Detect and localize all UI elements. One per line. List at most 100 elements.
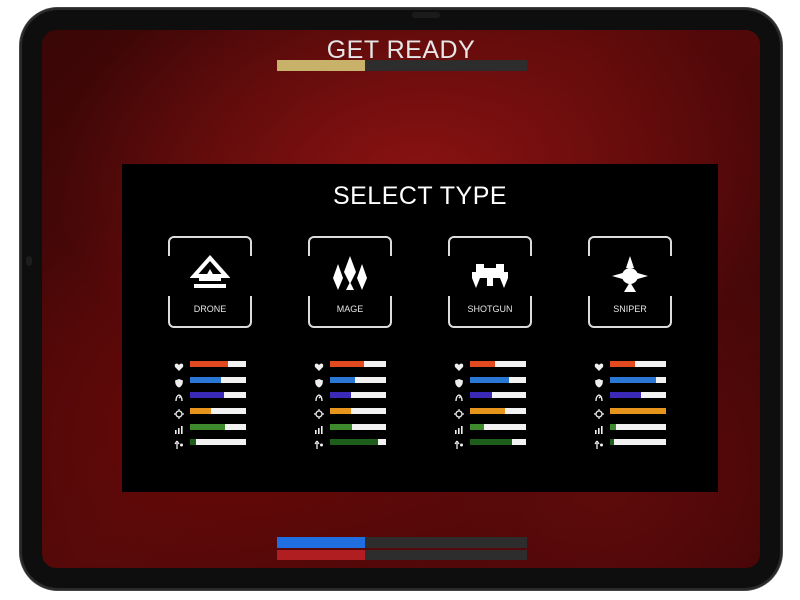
stat-row: [594, 436, 674, 452]
stat-row: [594, 358, 674, 374]
stat-bar: [610, 408, 666, 415]
camera-notch: [412, 12, 440, 18]
stat-row: [314, 405, 394, 421]
speed-icon: [314, 390, 324, 402]
tablet-frame: GET READY SELECT TYPE DRONE MAGE SHOTGUN SN…: [20, 8, 782, 590]
stat-bar: [470, 423, 526, 430]
type-card-shotgun[interactable]: SHOTGUN: [444, 236, 536, 328]
blue-team-fill: [277, 537, 365, 548]
stat-bar: [610, 392, 666, 399]
stat-bar: [470, 361, 526, 367]
type-stats-drone: [174, 358, 254, 452]
regen-icon: [594, 437, 604, 450]
select-type-panel: SELECT TYPE DRONE MAGE SHOTGUN SNIPER: [122, 164, 718, 492]
stat-row: [594, 421, 674, 437]
stat-bar-fill: [330, 423, 353, 430]
stat-bar-fill: [610, 376, 656, 383]
card-notch: [164, 256, 170, 296]
type-card-drone[interactable]: DRONE: [164, 236, 256, 328]
stat-bar: [190, 392, 246, 399]
damage-icon: [454, 406, 464, 420]
stat-row: [454, 436, 534, 452]
shield-icon: [314, 375, 324, 388]
stat-row: [314, 358, 394, 374]
type-label: DRONE: [193, 304, 227, 314]
type-stats-mage: [314, 358, 394, 452]
stat-bar: [470, 376, 526, 383]
game-screen: GET READY SELECT TYPE DRONE MAGE SHOTGUN SN…: [42, 30, 760, 568]
stat-row: [454, 389, 534, 405]
stat-bar: [190, 423, 246, 430]
stat-bar-fill: [470, 439, 512, 446]
stat-bar-fill: [610, 392, 641, 399]
stat-bar: [470, 439, 526, 446]
stat-row: [174, 358, 254, 374]
stat-row: [174, 421, 254, 437]
stat-row: [314, 374, 394, 390]
range-icon: [454, 422, 464, 434]
health-icon: [594, 359, 604, 371]
stat-row: [594, 389, 674, 405]
stat-row: [174, 374, 254, 390]
type-label: MAGE: [336, 304, 364, 314]
damage-icon: [314, 406, 324, 420]
stat-row: [314, 389, 394, 405]
stat-bar: [330, 361, 386, 367]
stat-row: [314, 436, 394, 452]
stat-bar-fill: [610, 361, 636, 367]
stat-bar: [610, 423, 666, 430]
stat-bar: [190, 408, 246, 415]
stat-row: [454, 405, 534, 421]
type-label: SHOTGUN: [467, 304, 513, 314]
type-label: SNIPER: [613, 304, 647, 314]
stat-bar: [190, 439, 246, 446]
type-stats-sniper: [594, 358, 674, 452]
damage-icon: [174, 406, 184, 420]
stat-row: [174, 389, 254, 405]
stat-bar: [610, 439, 666, 446]
stat-bar-fill: [330, 361, 364, 367]
damage-icon: [594, 406, 604, 420]
stat-row: [314, 421, 394, 437]
range-icon: [314, 422, 324, 434]
stat-bar-fill: [190, 408, 212, 415]
stat-bar: [470, 408, 526, 415]
stat-row: [454, 358, 534, 374]
stat-row: [174, 436, 254, 452]
health-icon: [314, 359, 324, 371]
type-card-mage[interactable]: MAGE: [304, 236, 396, 328]
stat-bar: [190, 376, 246, 383]
stat-bar: [330, 408, 386, 415]
blue-team-bar: [277, 537, 527, 548]
stat-row: [594, 405, 674, 421]
stat-bar-fill: [330, 376, 356, 383]
stat-bar: [190, 361, 246, 367]
health-icon: [174, 359, 184, 371]
stat-row: [454, 421, 534, 437]
shield-icon: [454, 375, 464, 388]
stat-row: [174, 405, 254, 421]
stat-bar-fill: [610, 439, 615, 446]
type-stats-shotgun: [454, 358, 534, 452]
stat-bar-fill: [330, 439, 378, 446]
stat-bar-fill: [190, 392, 224, 399]
stat-bar-fill: [470, 408, 505, 415]
stat-bar: [610, 361, 666, 367]
shield-icon: [594, 375, 604, 388]
stat-bar-fill: [470, 361, 496, 367]
speed-icon: [454, 390, 464, 402]
mage-icon: [330, 254, 370, 294]
shield-icon: [174, 375, 184, 388]
health-icon: [454, 359, 464, 371]
red-team-bar: [277, 550, 527, 560]
sniper-icon: [610, 254, 650, 294]
ready-progress-bar: [277, 60, 527, 71]
stat-row: [594, 374, 674, 390]
type-card-sniper[interactable]: SNIPER: [584, 236, 676, 328]
stat-bar-fill: [470, 423, 484, 430]
card-notch: [584, 256, 590, 296]
stat-bar: [330, 376, 386, 383]
card-notch: [390, 256, 396, 296]
stat-bar: [470, 392, 526, 399]
card-notch: [304, 256, 310, 296]
